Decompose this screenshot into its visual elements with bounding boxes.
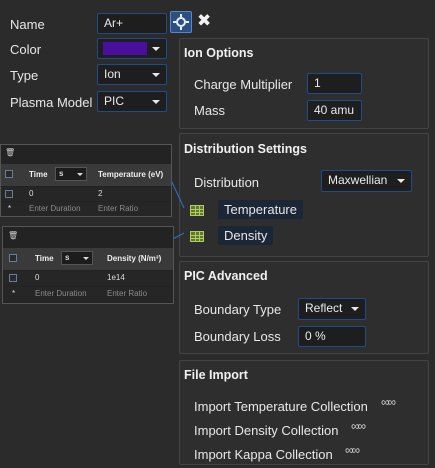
charge-multiplier-label: Charge Multiplier xyxy=(194,77,293,92)
density-table-button[interactable]: Density xyxy=(218,226,274,245)
density-column-header: Density (N/m³) xyxy=(107,254,162,263)
trash-icon[interactable]: 🗑 xyxy=(5,148,15,157)
mass-field[interactable]: 40 amu xyxy=(307,100,362,121)
row-checkbox[interactable] xyxy=(9,274,17,282)
boundary-type-value: Reflect xyxy=(305,301,343,315)
distribution-label: Distribution xyxy=(194,175,260,190)
distribution-settings-panel: Distribution Settings Distribution Maxwe… xyxy=(179,133,429,257)
file-import-title: File Import xyxy=(184,368,248,382)
new-row-time-placeholder[interactable]: Enter Duration xyxy=(35,289,87,298)
boundary-loss-field[interactable]: 0 % xyxy=(298,326,366,347)
chevron-down-icon xyxy=(77,173,83,176)
time-unit-value: s xyxy=(65,253,70,262)
charge-multiplier-field[interactable]: 1 xyxy=(307,73,362,94)
distribution-dropdown[interactable]: Maxwellian xyxy=(321,170,412,192)
ion-options-panel: Ion Options Charge Multiplier 1 Mass 40 … xyxy=(179,38,429,129)
select-all-checkbox[interactable] xyxy=(5,170,13,178)
gear-icon xyxy=(173,14,189,30)
temperature-column-header: Temperature (eV) xyxy=(98,170,164,179)
color-dropdown[interactable] xyxy=(97,38,167,59)
density-table-header: Time s Density (N/m³) xyxy=(3,248,173,270)
close-icon[interactable]: ✖ xyxy=(197,11,211,31)
temperature-table-header: Time s Temperature (eV) xyxy=(1,164,171,186)
chevron-down-icon xyxy=(152,73,160,77)
trash-icon[interactable]: 🗑 xyxy=(8,231,18,240)
boundary-type-dropdown[interactable]: Reflect xyxy=(298,298,366,320)
link-icon[interactable]: ∞∞ xyxy=(381,395,396,409)
time-unit-dropdown[interactable]: s xyxy=(61,251,93,265)
color-label: Color xyxy=(10,42,42,57)
mass-label: Mass xyxy=(194,103,226,118)
new-row-marker: * xyxy=(8,204,12,213)
distribution-value: Maxwellian xyxy=(328,173,388,187)
import-temperature-label: Import Temperature Collection xyxy=(194,399,368,414)
row-time[interactable]: 0 xyxy=(29,189,33,198)
name-label: Name xyxy=(10,17,45,32)
property-editor: Name Ar+ Color Type Ion Plasma Model PIC xyxy=(0,0,178,118)
chevron-down-icon xyxy=(351,307,359,311)
name-field[interactable]: Ar+ xyxy=(97,13,167,34)
table-icon xyxy=(190,231,204,242)
import-kappa-label: Import Kappa Collection xyxy=(194,447,333,462)
type-value: Ion xyxy=(104,67,121,81)
boundary-loss-label: Boundary Loss xyxy=(194,329,281,344)
time-unit-value: s xyxy=(59,169,64,178)
plasma-model-dropdown[interactable]: PIC xyxy=(97,91,167,112)
new-row-marker: * xyxy=(12,289,16,298)
row-value[interactable]: 2 xyxy=(98,189,102,198)
link-icon[interactable]: ∞∞ xyxy=(345,443,360,457)
time-column-header: Time xyxy=(29,170,48,179)
new-row-time-placeholder[interactable]: Enter Duration xyxy=(29,204,81,213)
boundary-type-label: Boundary Type xyxy=(194,302,282,317)
pic-advanced-title: PIC Advanced xyxy=(184,269,268,283)
type-dropdown[interactable]: Ion xyxy=(97,64,167,85)
color-swatch xyxy=(103,42,147,55)
plasma-model-value: PIC xyxy=(104,94,125,108)
table-row[interactable]: 0 2 xyxy=(1,187,171,201)
new-row[interactable]: * Enter Duration Enter Ratio xyxy=(1,202,171,216)
density-table-popup: 🗑 Time s Density (N/m³) 0 1e14 * Enter D… xyxy=(2,226,174,304)
row-time[interactable]: 0 xyxy=(35,273,39,282)
chevron-down-icon xyxy=(152,47,160,51)
pic-advanced-panel: PIC Advanced Boundary Type Reflect Bound… xyxy=(179,261,429,354)
chevron-down-icon xyxy=(397,179,405,183)
new-row-value-placeholder[interactable]: Enter Ratio xyxy=(107,289,147,298)
table-row[interactable]: 0 1e14 xyxy=(3,271,173,286)
temperature-table-button[interactable]: Temperature xyxy=(218,200,303,219)
plasma-model-label: Plasma Model xyxy=(10,95,93,110)
chevron-down-icon xyxy=(83,257,89,260)
select-all-checkbox[interactable] xyxy=(9,254,17,262)
import-density-label: Import Density Collection xyxy=(194,423,339,438)
distribution-settings-title: Distribution Settings xyxy=(184,142,307,156)
time-unit-dropdown[interactable]: s xyxy=(55,167,87,181)
file-import-panel: File Import Import Temperature Collectio… xyxy=(179,360,429,465)
ion-options-title: Ion Options xyxy=(184,46,254,60)
chevron-down-icon xyxy=(152,100,160,104)
time-column-header: Time xyxy=(35,254,54,263)
row-checkbox[interactable] xyxy=(5,190,13,198)
type-label: Type xyxy=(10,68,39,83)
link-icon[interactable]: ∞∞ xyxy=(351,419,366,433)
temperature-table-popup: 🗑 Time s Temperature (eV) 0 2 * Enter Du… xyxy=(0,144,172,217)
row-value[interactable]: 1e14 xyxy=(107,273,125,282)
new-row[interactable]: * Enter Duration Enter Ratio xyxy=(3,287,173,302)
table-icon xyxy=(190,205,204,216)
settings-gear-button[interactable] xyxy=(170,11,192,33)
new-row-value-placeholder[interactable]: Enter Ratio xyxy=(98,204,138,213)
